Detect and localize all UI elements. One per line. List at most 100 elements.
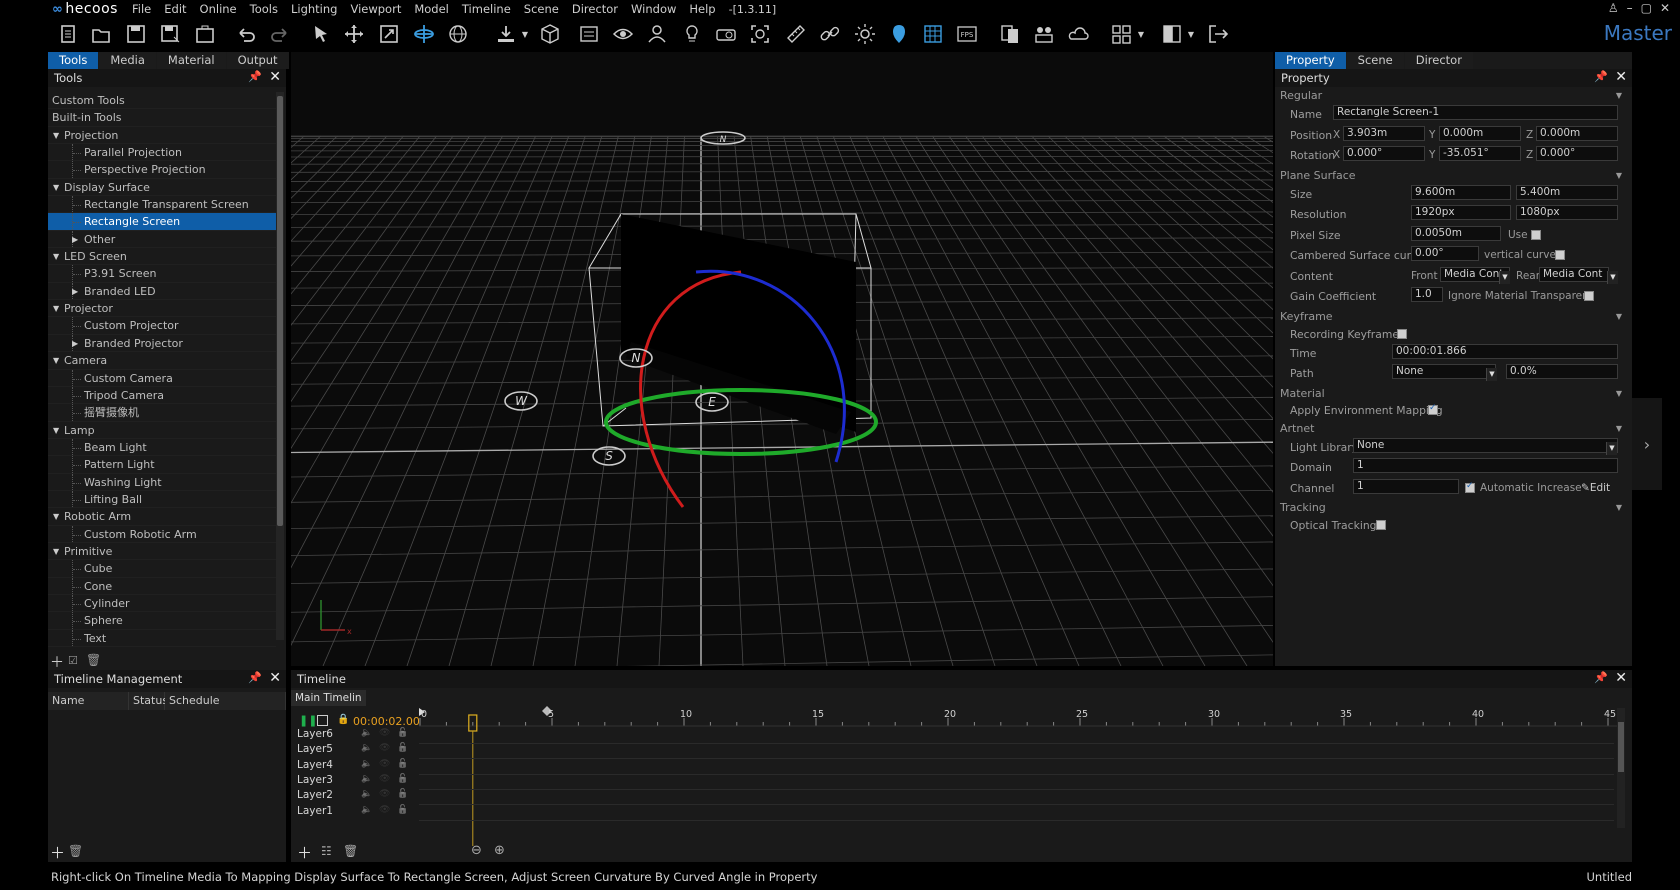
tree-item-washing-light[interactable]: Washing Light [48, 473, 276, 491]
recording-keyframe-checkbox[interactable] [1397, 328, 1407, 339]
expand-icon[interactable]: ▼ [53, 179, 59, 196]
tree-item-rectangle-screen[interactable]: Rectangle Screen [48, 213, 276, 231]
menu-window[interactable]: Window [631, 2, 676, 16]
rotate-icon[interactable] [412, 22, 436, 46]
mute-icon[interactable]: 🔈 [361, 789, 372, 799]
tree-item-perspective-projection[interactable]: Perspective Projection [48, 161, 276, 179]
tools-scrollbar[interactable] [276, 92, 284, 640]
column-status[interactable]: Status [129, 692, 168, 710]
vertical-curve-checkbox[interactable] [1555, 250, 1565, 260]
light-library-select[interactable]: None [1353, 437, 1618, 453]
ignore-transparent-checkbox[interactable] [1584, 291, 1594, 301]
lock-icon[interactable]: 🔓 [397, 743, 408, 753]
expand-icon[interactable]: ▼ [53, 543, 59, 560]
projector-icon[interactable] [714, 22, 738, 46]
tree-item-primitive[interactable]: ▼ Primitive [48, 543, 276, 561]
layer-label[interactable]: Layer2 [297, 789, 333, 801]
layer-label[interactable]: Layer6 [297, 728, 333, 740]
column-name[interactable]: Name [48, 692, 129, 710]
mute-icon[interactable]: 🔈 [361, 805, 372, 815]
expand-icon[interactable]: ▼ [53, 422, 59, 439]
tree-item-custom-robotic-arm[interactable]: Custom Robotic Arm [48, 525, 276, 543]
expand-icon[interactable]: ▼ [53, 300, 59, 317]
expand-icon[interactable]: ▼ [53, 248, 59, 265]
lock-icon[interactable]: 🔓 [397, 774, 408, 784]
select-icon[interactable] [309, 22, 333, 46]
fps-icon[interactable]: FPS [955, 22, 979, 46]
tree-item-beam-light[interactable]: Beam Light [48, 438, 276, 457]
rotation-z-input[interactable]: 0.000° [1536, 146, 1618, 161]
new-file-icon[interactable] [56, 22, 80, 46]
layout-icon[interactable] [1110, 22, 1134, 46]
menu-director[interactable]: Director [572, 2, 618, 16]
zoom-in-icon[interactable]: ⊕ [494, 843, 505, 858]
checklist-icon[interactable]: ☑ [68, 654, 78, 667]
user-icon[interactable]: ♙ [1608, 1, 1619, 15]
layer-label[interactable]: Layer3 [297, 774, 333, 786]
name-input[interactable]: Rectangle Screen-1 [1333, 105, 1618, 120]
menu-file[interactable]: File [132, 2, 151, 16]
add-icon[interactable]: ＋ [50, 652, 64, 672]
lock-icon[interactable]: 🔓 [397, 728, 408, 738]
layers-icon[interactable] [998, 22, 1022, 46]
tree-item-lamp[interactable]: ▼ Lamp [48, 422, 276, 439]
pin-icon[interactable]: 📌 [248, 671, 262, 684]
tree-item-p3-91-screen[interactable]: P3.91 Screen [48, 265, 276, 283]
split-dropdown-icon[interactable]: ▼ [1186, 22, 1196, 46]
tab-director[interactable]: Director [1404, 52, 1473, 69]
tree-item-custom-tools[interactable]: Custom Tools [48, 92, 276, 110]
layer-label[interactable]: Layer4 [297, 759, 333, 771]
path-select[interactable]: None [1392, 364, 1496, 379]
rotation-y-input[interactable]: -35.051° [1439, 146, 1521, 161]
eye-icon[interactable] [611, 22, 635, 46]
edit-button[interactable]: ✎Edit [1581, 482, 1610, 494]
mute-icon[interactable]: 🔈 [361, 743, 372, 753]
close-icon[interactable]: ✕ [1615, 670, 1627, 686]
tab-scene[interactable]: Scene [1346, 52, 1404, 69]
zoom-out-icon[interactable]: ⊖ [471, 843, 482, 858]
tree-item-lifting-ball[interactable]: Lifting Ball [48, 490, 276, 509]
weather-icon[interactable] [1066, 22, 1090, 46]
timeline-scrollbar[interactable] [1617, 708, 1625, 828]
column-schedule[interactable]: Schedule [165, 692, 286, 710]
eye-icon[interactable]: 👁 [379, 743, 390, 753]
timeline-ruler[interactable]: 0 5 10 15 20 25 30 35 40 45 [419, 706, 1624, 846]
exit-icon[interactable] [1206, 22, 1230, 46]
path-percent-input[interactable]: 0.0% [1506, 364, 1618, 379]
section-artnet[interactable]: Artnet ▼ [1275, 420, 1632, 438]
trash-icon[interactable]: 🗑 [68, 844, 83, 858]
close-icon[interactable]: ✕ [1615, 69, 1627, 85]
menu-scene[interactable]: Scene [524, 2, 559, 16]
pause-button[interactable]: ❚❚ [299, 714, 317, 727]
menu-model[interactable]: Model [414, 2, 449, 16]
mode-label[interactable]: Master [1604, 21, 1672, 45]
close-icon[interactable]: ✕ [269, 69, 281, 85]
open-icon[interactable] [89, 22, 113, 46]
menu-viewport[interactable]: Viewport [350, 2, 401, 16]
layer-settings-icon[interactable]: ☷ [321, 844, 332, 858]
expand-icon[interactable]: ▼ [53, 352, 59, 369]
tree-item-cube[interactable]: Cube [48, 560, 276, 578]
lock-icon[interactable]: 🔓 [397, 759, 408, 769]
menu-timeline[interactable]: Timeline [462, 2, 511, 16]
import-icon[interactable] [494, 22, 518, 46]
tree-item-pattern-light[interactable]: Pattern Light [48, 456, 276, 474]
chevron-down-icon[interactable]: ▼ [1499, 270, 1510, 284]
import-dropdown-icon[interactable]: ▼ [520, 22, 530, 46]
expand-icon[interactable]: ▼ [53, 508, 59, 525]
tree-item-branded-led[interactable]: ▶ Branded LED [48, 282, 276, 301]
eye-icon[interactable]: 👁 [379, 805, 390, 815]
mute-icon[interactable]: 🔈 [361, 728, 372, 738]
section-plane-surface[interactable]: Plane Surface ▼ [1275, 167, 1632, 185]
resolution-height-input[interactable]: 1080px [1516, 205, 1618, 220]
section-tracking[interactable]: Tracking ▼ [1275, 499, 1632, 517]
tree-item-parallel-projection[interactable]: Parallel Projection [48, 144, 276, 162]
tab-tools[interactable]: Tools [48, 52, 99, 69]
tree-item-branded-projector[interactable]: ▶ Branded Projector [48, 334, 276, 353]
close-icon[interactable]: ✕ [269, 670, 281, 686]
tree-item-custom-camera[interactable]: Custom Camera [48, 369, 276, 387]
tree-item-led-screen[interactable]: ▼ LED Screen [48, 248, 276, 266]
use-checkbox[interactable] [1531, 229, 1541, 240]
chevron-down-icon[interactable]: ▼ [1607, 270, 1618, 284]
save-icon[interactable] [124, 22, 148, 46]
